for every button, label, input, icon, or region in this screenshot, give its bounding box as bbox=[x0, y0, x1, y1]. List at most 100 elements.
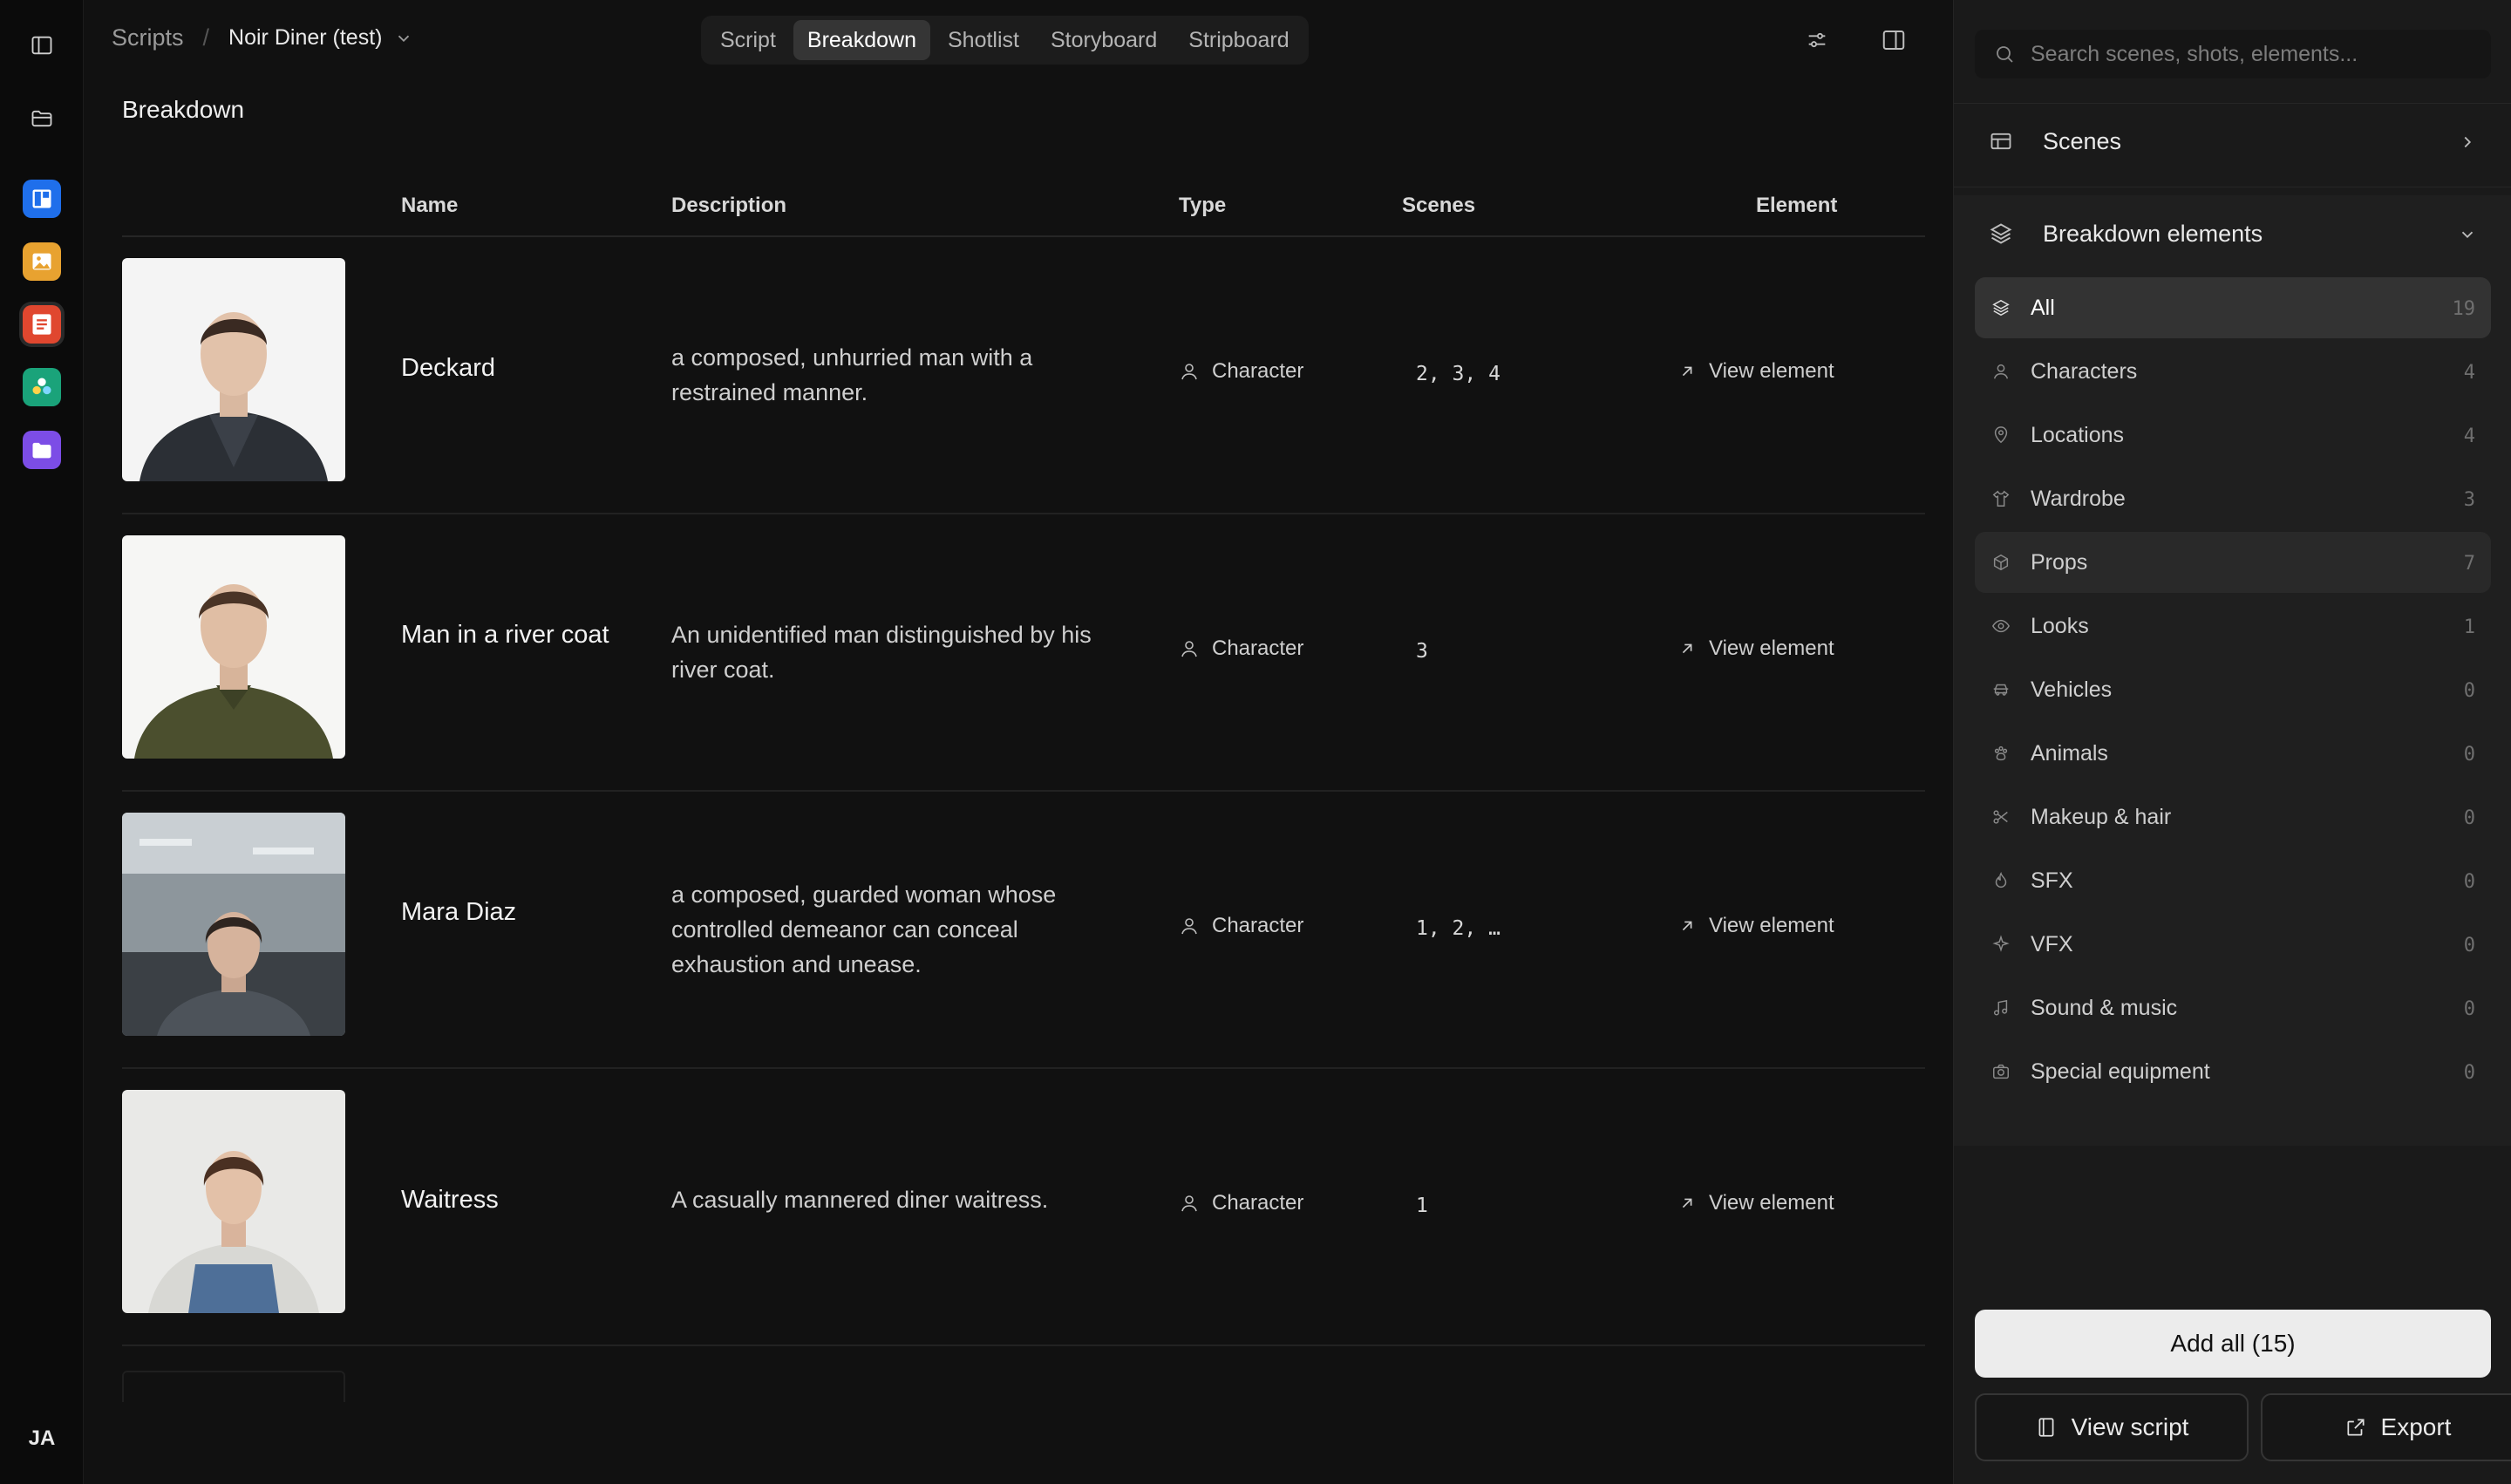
scissors-icon bbox=[1990, 807, 2011, 827]
element-scenes: 1, 2, … bbox=[1416, 917, 1500, 940]
view-element-link[interactable]: View element bbox=[1677, 636, 1834, 661]
tab-shotlist[interactable]: Shotlist bbox=[934, 20, 1033, 60]
person-icon bbox=[1181, 641, 1197, 657]
view-element-link[interactable]: View element bbox=[1677, 359, 1834, 384]
view-script-button[interactable]: View script bbox=[1975, 1393, 2249, 1461]
user-avatar[interactable]: JA bbox=[0, 1426, 84, 1451]
category-label: Animals bbox=[2031, 740, 2108, 766]
element-scenes: 2, 3, 4 bbox=[1416, 363, 1500, 385]
chevron-down-icon bbox=[398, 35, 410, 42]
element-description: A casually mannered diner waitress. bbox=[671, 1187, 1049, 1213]
tab-stripboard[interactable]: Stripboard bbox=[1174, 20, 1303, 60]
right-panel: Scenes Breakdown elements All 19 Charact… bbox=[1953, 0, 2511, 1484]
category-animals[interactable]: Animals 0 bbox=[1975, 723, 2491, 784]
add-all-button[interactable]: Add all (15) bbox=[1975, 1310, 2491, 1378]
category-count: 0 bbox=[2463, 1062, 2475, 1084]
element-type: Character bbox=[1179, 359, 1303, 384]
tab-breakdown[interactable]: Breakdown bbox=[793, 20, 930, 60]
element-description: An unidentified man distinguished by his… bbox=[671, 622, 1092, 683]
table-row[interactable]: Man in a river coat An unidentified man … bbox=[122, 514, 1925, 792]
page-title: Breakdown bbox=[122, 96, 245, 123]
category-makeup-hair[interactable]: Makeup & hair 0 bbox=[1975, 786, 2491, 848]
table-header: Name Description Type Scenes Element bbox=[122, 185, 1925, 237]
camera-icon bbox=[1990, 1061, 2011, 1082]
category-props[interactable]: Props 7 bbox=[1975, 532, 2491, 593]
view-element-label: View element bbox=[1709, 1191, 1834, 1215]
flame-icon bbox=[1990, 870, 2011, 891]
paw-icon bbox=[1990, 743, 2011, 764]
table-row[interactable]: Mara Diaz a composed, guarded woman whos… bbox=[122, 792, 1925, 1069]
category-count: 3 bbox=[2463, 489, 2475, 511]
category-characters[interactable]: Characters 4 bbox=[1975, 341, 2491, 402]
category-special-equipment[interactable]: Special equipment 0 bbox=[1975, 1041, 2491, 1102]
category-vehicles[interactable]: Vehicles 0 bbox=[1975, 659, 2491, 720]
column-element: Element bbox=[1756, 194, 1838, 217]
view-element-link[interactable]: View element bbox=[1677, 914, 1834, 938]
element-name: Deckard bbox=[401, 354, 495, 382]
view-element-link[interactable]: View element bbox=[1677, 1191, 1834, 1215]
project-selector[interactable]: Noir Diner (test) bbox=[228, 25, 413, 51]
table-row[interactable]: Waitress A casually mannered diner waitr… bbox=[122, 1069, 1925, 1346]
character-photo bbox=[122, 535, 345, 759]
script-app-icon[interactable] bbox=[23, 305, 61, 344]
column-description: Description bbox=[671, 194, 787, 217]
breadcrumb-separator: / bbox=[202, 24, 210, 51]
element-type: Character bbox=[1179, 1191, 1303, 1215]
category-wardrobe[interactable]: Wardrobe 3 bbox=[1975, 468, 2491, 529]
category-count: 0 bbox=[2463, 935, 2475, 956]
sidebar-toggle-icon[interactable] bbox=[24, 28, 59, 63]
character-photo bbox=[122, 1090, 345, 1313]
category-count: 4 bbox=[2463, 425, 2475, 447]
layers-icon bbox=[1990, 297, 2011, 318]
tab-storyboard[interactable]: Storyboard bbox=[1037, 20, 1171, 60]
sparkle-icon bbox=[1990, 934, 2011, 955]
category-sfx[interactable]: SFX 0 bbox=[1975, 850, 2491, 911]
table-icon bbox=[1990, 133, 2011, 150]
arrow-up-right-icon bbox=[1682, 921, 1692, 931]
elements-app-icon[interactable] bbox=[23, 368, 61, 406]
category-all[interactable]: All 19 bbox=[1975, 277, 2491, 338]
element-scenes: 3 bbox=[1416, 640, 1428, 663]
character-photo bbox=[122, 258, 345, 481]
arrow-up-right-icon bbox=[1682, 1198, 1692, 1208]
image-app-icon[interactable] bbox=[23, 242, 61, 281]
search-input[interactable] bbox=[2031, 41, 2467, 67]
column-type: Type bbox=[1179, 194, 1227, 217]
category-label: Looks bbox=[2031, 613, 2089, 638]
table-row[interactable]: Deckard a composed, unhurried man with a… bbox=[122, 237, 1925, 514]
element-type: Character bbox=[1179, 636, 1303, 661]
view-element-label: View element bbox=[1709, 914, 1834, 937]
breakdown-elements-group: Breakdown elements All 19 Characters 4 L… bbox=[1954, 195, 2511, 1146]
category-sound-music[interactable]: Sound & music 0 bbox=[1975, 977, 2491, 1038]
category-looks[interactable]: Looks 1 bbox=[1975, 596, 2491, 657]
export-button[interactable]: Export bbox=[2261, 1393, 2511, 1461]
pin-icon bbox=[1990, 425, 2011, 446]
category-label: Special equipment bbox=[2031, 1059, 2210, 1084]
category-label: All bbox=[2031, 295, 2055, 320]
view-tabs: Script Breakdown Shotlist Storyboard Str… bbox=[701, 16, 1309, 65]
category-label: Characters bbox=[2031, 358, 2138, 384]
sliders-icon[interactable] bbox=[1800, 23, 1834, 58]
element-name: Man in a river coat bbox=[401, 621, 609, 649]
tab-script[interactable]: Script bbox=[706, 20, 790, 60]
panel-toggle-icon[interactable] bbox=[1876, 23, 1911, 58]
scenes-section-header[interactable]: Scenes bbox=[1975, 115, 2491, 167]
chevron-down-icon bbox=[2461, 231, 2474, 239]
category-label: Sound & music bbox=[2031, 995, 2178, 1020]
breadcrumb-scripts[interactable]: Scripts bbox=[112, 24, 184, 51]
column-name: Name bbox=[401, 194, 459, 217]
category-vfx[interactable]: VFX 0 bbox=[1975, 914, 2491, 975]
folder-icon[interactable] bbox=[24, 101, 59, 136]
person-icon bbox=[1181, 1195, 1197, 1212]
category-locations[interactable]: Locations 4 bbox=[1975, 405, 2491, 466]
divider bbox=[1954, 103, 2511, 104]
category-count: 1 bbox=[2463, 616, 2475, 638]
breakdown-elements-header[interactable]: Breakdown elements bbox=[1975, 208, 2491, 260]
element-name: Waitress bbox=[401, 1186, 499, 1214]
chevron-right-icon bbox=[2464, 136, 2472, 148]
arrow-up-right-icon bbox=[1682, 366, 1692, 377]
folder-app-icon[interactable] bbox=[23, 431, 61, 469]
layout-app-icon[interactable] bbox=[23, 180, 61, 218]
external-link-icon bbox=[2346, 1419, 2365, 1436]
scenes-label: Scenes bbox=[2043, 127, 2122, 154]
